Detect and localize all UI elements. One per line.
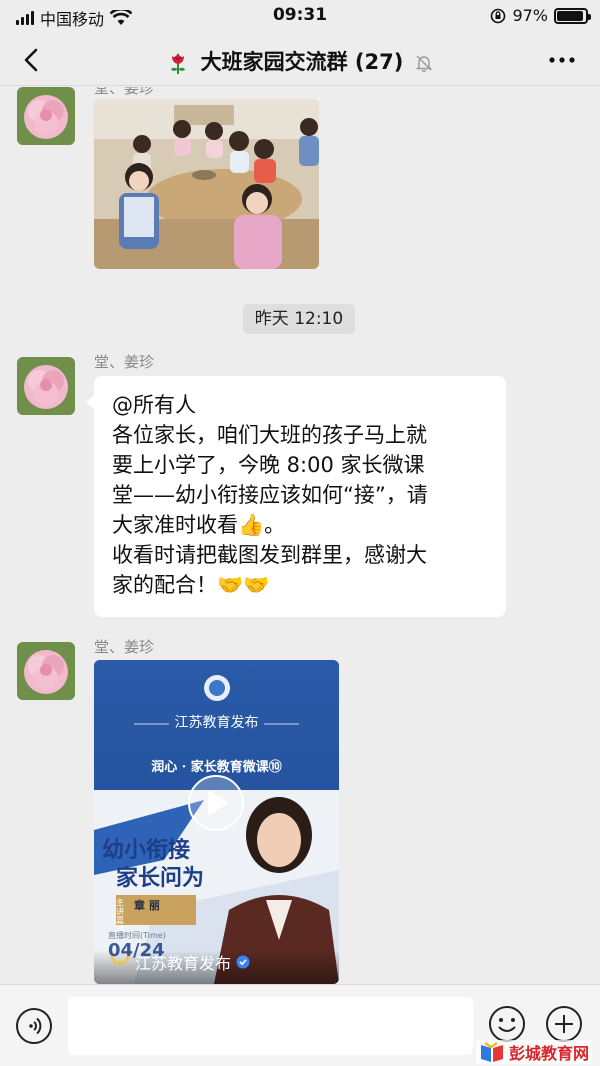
video-headline-2: 家长问为 [116,866,205,891]
avatar[interactable] [17,357,75,415]
avatar[interactable] [17,642,75,700]
message-line: 大家准时收看👍。 [112,513,286,537]
sender-name: 堂、姜珍 [94,638,155,656]
watermark-text: 彭城教育网 [508,1044,589,1063]
rose-icon [171,53,186,74]
message-line: 各位家长，咱们大班的孩子马上就 [112,423,427,447]
speaker-name: 章 丽 [134,899,160,912]
video-message-card[interactable]: 江苏教育发布 润心 · 家长教育微课⑩ 幼小衔接 家长问为 主讲嘉宾 章 丽 直… [94,660,339,984]
timestamp: 昨天 12:10 [243,304,355,334]
message-input[interactable] [68,997,473,1055]
plus-icon[interactable] [545,1005,583,1043]
status-right: 97% [490,6,591,25]
channels-icon [110,955,130,965]
battery-icon [554,7,591,24]
peony-avatar-icon [17,642,75,700]
more-options-icon[interactable] [546,48,578,72]
voice-icon [29,1017,42,1035]
sender-name: 堂、姜珍 [94,353,155,371]
video-channel: 江苏教育发布 [110,950,250,974]
message-line: 堂——幼小衔接应该如何“接”，请 [112,483,428,507]
nav-bar: 大班家园交流群 (27) [0,34,600,86]
battery-percent: 97% [512,6,548,25]
avatar[interactable] [17,87,75,145]
sender-name: 堂、姜珍 [94,87,155,97]
photo-message[interactable] [94,99,319,269]
orientation-lock-icon [491,8,506,23]
video-series-label: 润心 · 家长教育微课⑩ [151,760,282,775]
status-bar: 中国移动 09:31 97% [0,0,600,34]
message-line: 收看时请把截图发到群里，感谢大 [112,543,427,567]
message-line: 要上小学了，今晚 8:00 家长微课 [112,453,425,477]
message-line: @所有人 [112,393,196,417]
watermark: 彭城教育网 [475,1040,592,1064]
emoji-icon[interactable] [488,1005,526,1043]
chat-title-text: 大班家园交流群 (27) [200,50,404,74]
book-logo-icon [480,1042,503,1062]
video-channel-name: 江苏教育发布 [135,954,232,973]
bell-slash-icon [415,55,432,72]
peony-avatar-icon [17,87,75,145]
chat-messages[interactable]: 堂、姜珍 昨天 12:10 堂、姜珍 @所有人 各位家长，咱们大班的孩子马上就 … [0,87,600,984]
voice-input-button[interactable] [16,1008,52,1044]
peony-avatar-icon [17,357,75,415]
text-message-bubble[interactable]: @所有人 各位家长，咱们大班的孩子马上就 要上小学了，今晚 8:00 家长微课 … [86,376,506,617]
chat-title: 大班家园交流群 (27) [0,46,600,76]
video-brand-label: 江苏教育发布 [174,715,259,731]
message-line: 家的配合！🤝🤝 [112,573,270,597]
speaker-tag: 主讲嘉宾 [116,898,124,934]
classroom-photo [94,99,319,269]
verified-badge-icon [236,955,250,969]
